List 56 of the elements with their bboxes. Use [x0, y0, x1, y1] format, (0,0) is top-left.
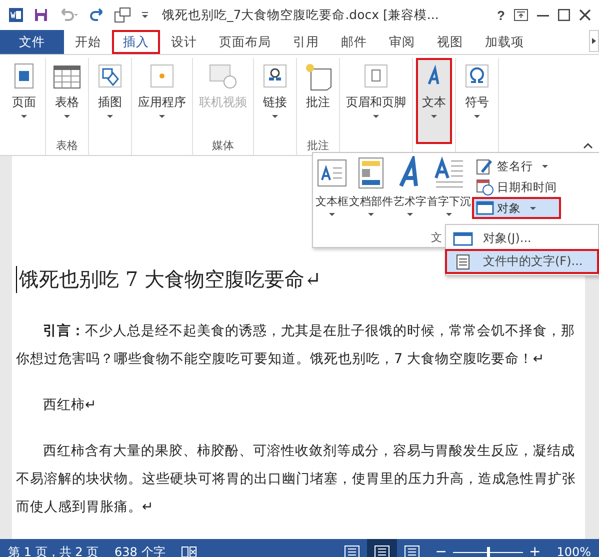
panel-menu-button[interactable]: 日期和时间 — [473, 177, 560, 197]
customize-dropdown-icon[interactable] — [141, 11, 149, 19]
ribbon-button[interactable]: 链接 — [257, 58, 293, 144]
paragraph: 西红柿含有大量的果胶、柿胶酚、可溶性收敛剂等成分，容易与胃酸发生反应，凝结成不易溶解的块状物。这些硬块可将胃的出口幽门堵塞，使胃里的压力升高，造成急性胃扩张而使人感到胃胀痛。↵ — [16, 442, 577, 517]
ribbon-tab[interactable]: 引用 — [282, 30, 330, 54]
ribbon-display-icon[interactable] — [514, 9, 528, 21]
ribbon-button[interactable]: 应用程序 — [135, 58, 189, 144]
window-icon — [476, 199, 494, 217]
zoom-thumb[interactable] — [486, 546, 490, 557]
panel-button[interactable]: 文档部件 — [349, 156, 393, 216]
help-button[interactable]: ? — [497, 8, 505, 22]
drop-cap-icon — [432, 156, 466, 190]
ribbon-tab[interactable]: 视图 — [426, 30, 474, 54]
ribbon-button[interactable]: 插图 — [92, 58, 128, 144]
collapse-ribbon-icon[interactable] — [583, 142, 593, 150]
group-label: 媒体 — [212, 138, 234, 153]
ribbon-button[interactable]: 符号 — [459, 58, 495, 144]
window-title: 饿死也别吃_7大食物空腹吃要命.docx [兼容模... — [162, 6, 440, 24]
calendar-clock-icon — [476, 178, 494, 196]
ribbon-tab[interactable]: 文件 — [0, 30, 64, 54]
note-icon — [303, 61, 333, 91]
group-label: 批注 — [307, 138, 329, 153]
group-label: 文 — [431, 230, 442, 245]
menu-item[interactable]: 文件中的文字(F)... — [446, 250, 598, 273]
panel-button[interactable]: 首字下沉 — [427, 156, 471, 216]
zoom-in-button[interactable]: + — [528, 544, 541, 557]
window-icon — [453, 230, 473, 246]
documents-icon[interactable] — [114, 7, 132, 23]
ribbon-tab[interactable]: 插入 — [112, 30, 160, 54]
paragraph: 西红柿↵ — [42, 396, 98, 415]
maximize-icon[interactable] — [558, 9, 570, 21]
word-count[interactable]: 638 个字 — [114, 544, 166, 557]
ribbon-tab[interactable]: 加载项 — [474, 30, 535, 54]
ribbon-tab[interactable]: 设计 — [160, 30, 208, 54]
pen-signature-icon — [476, 157, 494, 175]
ribbon-tab[interactable]: 邮件 — [330, 30, 378, 54]
panel-button[interactable]: 艺术字 — [393, 156, 427, 216]
word-logo-icon — [8, 7, 24, 23]
proofing-icon[interactable] — [181, 545, 198, 557]
panel-button[interactable]: 文本框 — [315, 156, 349, 216]
ribbon-tab[interactable]: 开始 — [64, 30, 112, 54]
print-layout-icon[interactable] — [367, 539, 398, 557]
ribbon-button[interactable]: 文本 — [416, 58, 452, 144]
ribbon-button[interactable]: 页面 — [6, 58, 42, 144]
ribbon-button[interactable]: 页眉和页脚 — [343, 58, 409, 144]
redo-icon[interactable] — [89, 8, 105, 22]
ribbon-tab[interactable]: 审阅 — [378, 30, 426, 54]
close-icon[interactable] — [579, 9, 591, 21]
scroll-right-icon[interactable] — [589, 30, 599, 52]
paragraph: 引言：不少人总是经不起美食的诱惑，尤其是在肚子很饿的时候，常常会饥不择食，那你想过危害吗？哪些食物不能空腹吃可要知道。饿死也别吃，7 大食物空腹吃要命！↵ — [16, 322, 576, 369]
group-label: 表格 — [56, 138, 78, 153]
zoom-level[interactable]: 100% — [556, 545, 591, 557]
panel-menu-button[interactable]: 签名行 — [473, 156, 560, 176]
ribbon-tab[interactable]: 页面布局 — [208, 30, 282, 54]
panel-menu-button[interactable]: 对象 — [473, 198, 560, 218]
zoom-out-button[interactable]: − — [435, 544, 447, 557]
